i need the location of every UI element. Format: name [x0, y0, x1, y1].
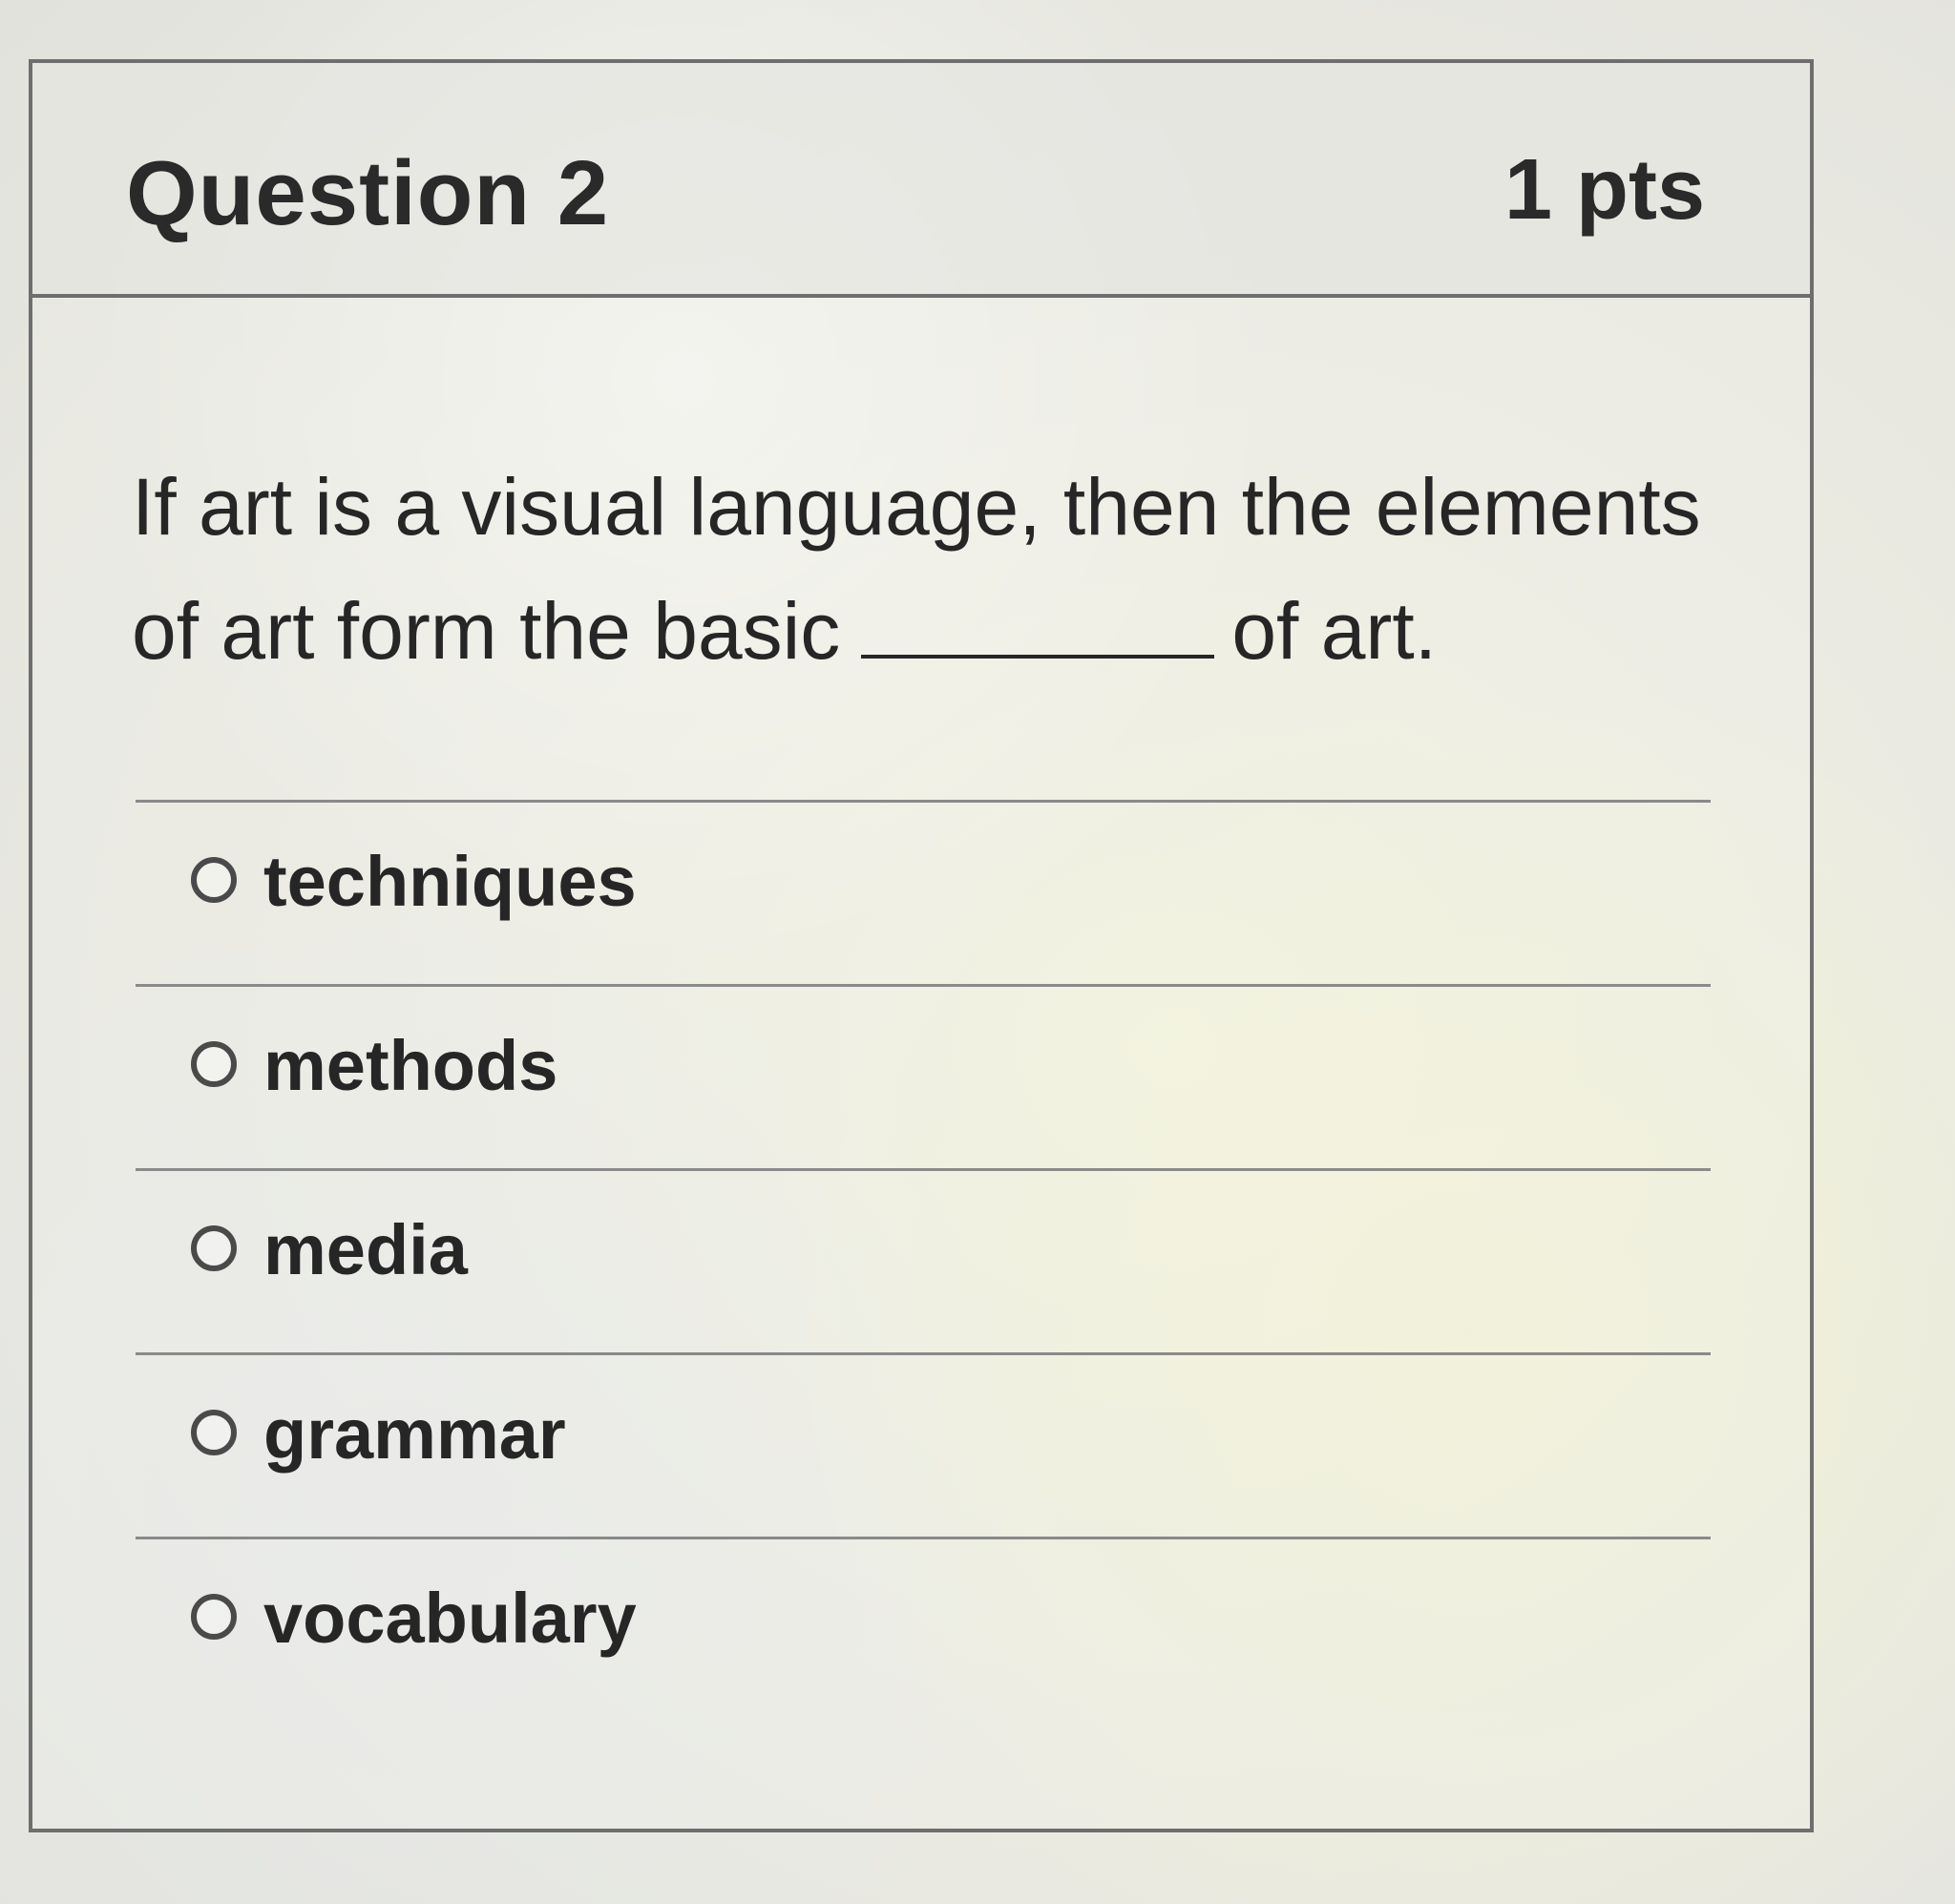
radio-button[interactable] [191, 857, 237, 903]
answer-list: techniques methods media grammar vocabul… [136, 800, 1711, 1721]
answer-blank [861, 655, 1215, 659]
question-header: Question 2 1 pts [32, 63, 1810, 298]
answer-option-media[interactable]: media [136, 1168, 1711, 1352]
answer-label: techniques [263, 842, 637, 921]
answer-option-grammar[interactable]: grammar [136, 1352, 1711, 1537]
answer-option-vocabulary[interactable]: vocabulary [136, 1537, 1711, 1721]
question-prompt: If art is a visual language, then the el… [132, 445, 1755, 693]
question-title: Question 2 [126, 142, 610, 244]
radio-button[interactable] [191, 1410, 237, 1455]
radio-button[interactable] [191, 1041, 237, 1087]
radio-button[interactable] [191, 1594, 237, 1640]
radio-button[interactable] [191, 1225, 237, 1271]
answer-option-techniques[interactable]: techniques [136, 800, 1711, 984]
answer-label: media [263, 1210, 468, 1289]
question-card: Question 2 1 pts If art is a visual lang… [29, 59, 1814, 1832]
answer-label: grammar [263, 1394, 566, 1474]
question-text-before-blank: If art is a visual language, then the el… [132, 462, 1701, 676]
question-points: 1 pts [1503, 142, 1705, 238]
answer-label: vocabulary [263, 1579, 637, 1658]
question-text-after-blank: of art. [1231, 586, 1438, 676]
answer-option-methods[interactable]: methods [136, 984, 1711, 1168]
answer-label: methods [263, 1026, 558, 1105]
